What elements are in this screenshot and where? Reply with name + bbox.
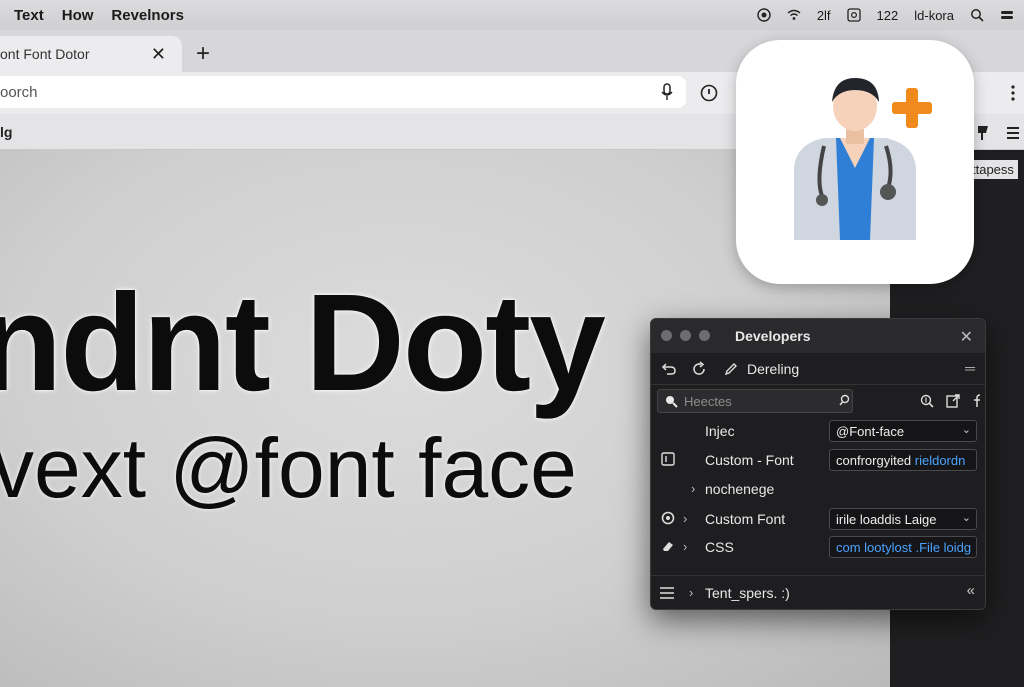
address-bar[interactable]: oorch	[0, 76, 686, 108]
search-icon	[666, 396, 678, 408]
dev-panel-footer: › Tent_spers. :) «	[651, 575, 985, 609]
dev-panel-title: Developers	[735, 328, 811, 344]
info-icon[interactable]	[700, 84, 718, 102]
row-label: Injec	[705, 423, 735, 439]
field-value: com lootylost	[836, 540, 916, 555]
status-label-a: 2lf	[816, 7, 831, 23]
bookmark-label[interactable]: lg	[0, 124, 12, 140]
chevron-right-icon[interactable]: ›	[691, 481, 695, 496]
new-tab-button[interactable]: +	[196, 40, 210, 68]
eraser-icon	[663, 542, 673, 551]
search-placeholder: Heectes	[684, 393, 732, 409]
doctor-illustration	[794, 78, 932, 240]
sidebar-panel-icon	[661, 452, 675, 466]
refresh-icon[interactable]	[691, 361, 707, 377]
row-custom-font-2[interactable]: › Custom Font irile loaddis Laige ⌄	[651, 505, 985, 533]
dev-panel-titlebar: Developers ✕	[651, 319, 985, 353]
field-value: confrorgyited	[836, 453, 915, 468]
footer-label: Tent_spers. :)	[705, 585, 790, 601]
developer-panel: Developers ✕ Dereling ═ Heectes Injec @F…	[650, 318, 986, 610]
row-injec[interactable]: Injec @Font-face ⌄	[651, 417, 985, 445]
microphone-icon[interactable]	[660, 83, 674, 101]
status-label-c: ld-kora	[914, 7, 954, 23]
chevron-right-icon[interactable]: ›	[683, 511, 687, 526]
doctor-plus-app-icon	[736, 40, 974, 284]
font-face-select[interactable]: @Font-face ⌄	[829, 420, 977, 442]
status-area: 2lf 122 ld-kora	[757, 0, 1014, 30]
window-zoom-dot[interactable]	[699, 330, 710, 341]
hamburger-menu-icon[interactable]	[659, 586, 675, 600]
export-icon[interactable]	[945, 393, 961, 409]
chevron-right-icon[interactable]: ›	[689, 585, 693, 600]
menu-item-text[interactable]: Text	[14, 7, 44, 24]
inspect-icon[interactable]	[919, 393, 935, 409]
row-nochenege[interactable]: › nochenege	[651, 475, 985, 503]
row-label: nochenege	[705, 481, 775, 497]
row-label: Custom Font	[705, 511, 786, 527]
row-custom-font[interactable]: Custom - Font confrorgyited rieldordn	[651, 446, 985, 474]
strip-label: ttapess	[968, 160, 1018, 179]
field-highlight: .File loidg	[915, 540, 972, 555]
custom-font-select[interactable]: irile loaddis Laige ⌄	[829, 508, 977, 530]
window-close-dot[interactable]	[661, 330, 672, 341]
menu-item-revelnors[interactable]: Revelnors	[111, 7, 184, 24]
search-submit-icon[interactable]	[838, 393, 852, 407]
refresh-circle-icon	[661, 511, 675, 525]
hero-subtitle: vext @font face	[0, 421, 577, 515]
dev-panel-toolbar: Dereling ═	[651, 353, 985, 385]
function-icon[interactable]	[969, 393, 985, 409]
select-value: irile loaddis Laige	[836, 512, 937, 527]
wifi-icon[interactable]	[787, 8, 801, 22]
row-label: Custom - Font	[705, 452, 794, 468]
panel-menu-icon[interactable]: ═	[965, 360, 975, 376]
row-label: CSS	[705, 539, 734, 555]
record-icon[interactable]	[757, 8, 771, 22]
menu-bar: Text How Revelnors 2lf 122 ld-kora	[0, 0, 1024, 30]
more-menu-icon[interactable]	[1004, 84, 1022, 102]
window-minimize-dot[interactable]	[680, 330, 691, 341]
status-label-b: 122	[876, 7, 899, 23]
tab-title: ont Font Dotor	[0, 46, 90, 62]
row-css[interactable]: › CSS com lootylost .File loidg	[651, 533, 985, 561]
chevron-down-icon: ⌄	[961, 512, 971, 524]
custom-font-field[interactable]: confrorgyited rieldordn	[829, 449, 977, 471]
close-icon[interactable]: ✕	[960, 327, 973, 347]
pencil-icon[interactable]	[723, 361, 739, 377]
dev-search-input[interactable]: Heectes	[657, 389, 853, 413]
at-icon[interactable]	[846, 8, 861, 22]
collapse-icon[interactable]: «	[967, 582, 975, 599]
chevron-right-icon[interactable]: ›	[683, 539, 687, 554]
chevron-down-icon: ⌄	[961, 424, 971, 436]
extension-icon[interactable]	[974, 124, 992, 142]
tab-font-doctor[interactable]: ont Font Dotor ✕	[0, 36, 182, 72]
address-text: oorch	[0, 83, 38, 101]
select-value: @Font-face	[836, 424, 905, 439]
field-highlight: rieldordn	[914, 453, 966, 468]
control-center-icon[interactable]	[1000, 8, 1014, 22]
toolbar-label: Dereling	[747, 361, 800, 377]
undo-icon[interactable]	[661, 361, 677, 377]
overflow-icon[interactable]	[1004, 124, 1022, 142]
tab-close-icon[interactable]: ✕	[151, 44, 166, 65]
css-field[interactable]: com lootylost .File loidg	[829, 536, 977, 558]
menu-item-how[interactable]: How	[62, 7, 94, 24]
search-icon[interactable]	[970, 8, 984, 22]
hero-title: ndnt Doty	[0, 266, 606, 420]
